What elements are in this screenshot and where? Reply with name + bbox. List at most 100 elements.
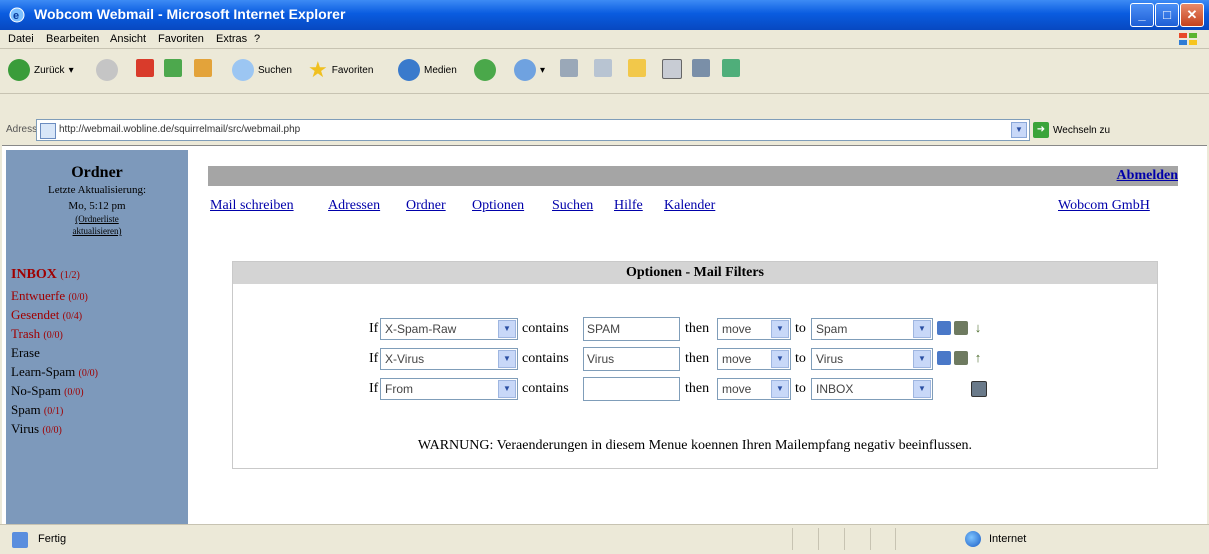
favorites-label: Favoriten: [331, 64, 374, 76]
media-button[interactable]: Medien: [398, 59, 457, 81]
sidebar-item-gesendet[interactable]: Gesendet (0/4): [11, 307, 82, 323]
delete-icon[interactable]: [954, 321, 968, 335]
tools-icon: [692, 59, 710, 77]
add-filter-icon[interactable]: [971, 381, 987, 397]
folder-name: Entwuerfe: [11, 288, 66, 303]
mail-icon: [514, 59, 536, 81]
messenger-button[interactable]: [722, 59, 740, 77]
nav-kalender[interactable]: Kalender: [664, 198, 715, 214]
status-divider: [895, 528, 896, 550]
folder-count: (0/1): [43, 406, 64, 417]
address-bar: Adresse http://webmail.wobline.de/squirr…: [0, 114, 1209, 144]
minimize-button[interactable]: _: [1130, 3, 1154, 27]
discuss-button[interactable]: [628, 59, 646, 77]
zone-text: Internet: [989, 533, 1027, 545]
action-select[interactable]: move ▼: [717, 318, 791, 340]
go-button[interactable]: ➜ Wechseln zu: [1033, 122, 1110, 138]
folder-count: (0/0): [64, 387, 84, 398]
stop-icon: [136, 59, 154, 77]
tools-button[interactable]: [692, 59, 710, 77]
mail-filters-panel: Optionen - Mail Filters If X-Spam-Raw ▼ …: [232, 261, 1158, 469]
research-icon: [662, 59, 682, 79]
folder-count: (0/4): [62, 311, 83, 322]
home-icon: [194, 59, 212, 77]
sidebar-item-entwuerfe[interactable]: Entwuerfe (0/0): [11, 288, 88, 304]
delete-icon[interactable]: [954, 351, 968, 365]
status-divider: [792, 528, 793, 550]
menu-help[interactable]: ?: [254, 33, 260, 45]
chevron-down-icon: ▼: [771, 350, 789, 368]
main-pane: Abmelden Mail schreiben Adressen Ordner …: [194, 146, 1204, 524]
field-select[interactable]: From ▼: [380, 378, 518, 400]
back-button[interactable]: Zurück ▾: [8, 59, 74, 81]
history-button[interactable]: [474, 59, 496, 81]
value-input[interactable]: [583, 377, 680, 401]
nav-mail-schreiben[interactable]: Mail schreiben: [210, 198, 294, 214]
nav-hilfe[interactable]: Hilfe: [614, 198, 643, 214]
refresh-folders-link-line1[interactable]: (Ordnerliste: [6, 214, 188, 224]
menu-favoriten[interactable]: Favoriten: [158, 33, 204, 45]
nav-adressen[interactable]: Adressen: [328, 198, 380, 214]
close-button[interactable]: ✕: [1180, 3, 1204, 27]
then-label: then: [685, 381, 710, 396]
research-button[interactable]: [662, 59, 682, 79]
sidebar-item-inbox[interactable]: INBOX (1/2): [11, 267, 80, 283]
forward-button[interactable]: [96, 59, 118, 81]
sidebar-item-trash[interactable]: Trash (0/0): [11, 326, 63, 342]
menu-ansicht[interactable]: Ansicht: [110, 33, 146, 45]
sidebar-item-virus[interactable]: Virus (0/0): [11, 421, 62, 437]
nav-suchen[interactable]: Suchen: [552, 198, 593, 214]
print-button[interactable]: [560, 59, 578, 77]
chevron-down-icon[interactable]: ▼: [1011, 122, 1027, 138]
sidebar-item-spam[interactable]: Spam (0/1): [11, 402, 63, 418]
nav-ordner[interactable]: Ordner: [406, 198, 446, 214]
folder-count: (0/0): [42, 425, 62, 436]
print-icon: [560, 59, 578, 77]
status-bar: Fertig Internet: [0, 524, 1209, 554]
mail-button[interactable]: ▾: [514, 59, 545, 81]
save-icon[interactable]: [937, 321, 951, 335]
nav-optionen[interactable]: Optionen: [472, 198, 524, 214]
maximize-button[interactable]: □: [1155, 3, 1179, 27]
search-label: Suchen: [258, 64, 292, 76]
home-button[interactable]: [194, 59, 212, 77]
folder-name: INBOX: [11, 267, 57, 282]
target-select[interactable]: Virus ▼: [811, 348, 933, 370]
move-down-icon[interactable]: ↓: [971, 321, 985, 335]
company-link[interactable]: Wobcom GmbH: [1058, 198, 1150, 214]
logout-link[interactable]: Abmelden: [1117, 168, 1178, 184]
value-input[interactable]: Virus: [583, 347, 680, 371]
action-value: move: [722, 382, 752, 396]
action-select[interactable]: move ▼: [717, 378, 791, 400]
sidebar-heading: Ordner: [71, 164, 123, 181]
refresh-button[interactable]: [164, 59, 182, 77]
sidebar-item-learn-spam[interactable]: Learn-Spam (0/0): [11, 364, 98, 380]
favorites-button[interactable]: ★ Favoriten: [308, 59, 373, 81]
target-select[interactable]: INBOX ▼: [811, 378, 933, 400]
chevron-down-icon: ▼: [498, 380, 516, 398]
page-content: Ordner Letzte Aktualisierung: Mo, 5:12 p…: [2, 145, 1207, 524]
save-icon[interactable]: [937, 351, 951, 365]
search-button[interactable]: Suchen: [232, 59, 292, 81]
folder-name: Gesendet: [11, 307, 60, 322]
field-value: From: [385, 382, 413, 396]
value-text: Virus: [587, 352, 615, 366]
refresh-folders-link-line2[interactable]: aktualisieren): [6, 226, 188, 236]
chevron-down-icon: ▾: [68, 64, 74, 76]
chevron-down-icon: ▼: [771, 320, 789, 338]
menu-datei[interactable]: Datei: [8, 33, 34, 45]
move-up-icon[interactable]: ↑: [971, 351, 985, 365]
field-select[interactable]: X-Virus ▼: [380, 348, 518, 370]
target-select[interactable]: Spam ▼: [811, 318, 933, 340]
edit-button[interactable]: [594, 59, 612, 77]
address-input[interactable]: http://webmail.wobline.de/squirrelmail/s…: [36, 119, 1030, 141]
menu-extras[interactable]: Extras: [216, 33, 247, 45]
then-label: then: [685, 321, 710, 336]
action-select[interactable]: move ▼: [717, 348, 791, 370]
stop-button[interactable]: [136, 59, 154, 77]
sidebar-item-erase[interactable]: Erase: [11, 345, 40, 361]
sidebar-item-no-spam[interactable]: No-Spam (0/0): [11, 383, 84, 399]
menu-bearbeiten[interactable]: Bearbeiten: [46, 33, 99, 45]
value-input[interactable]: SPAM: [583, 317, 680, 341]
field-select[interactable]: X-Spam-Raw ▼: [380, 318, 518, 340]
